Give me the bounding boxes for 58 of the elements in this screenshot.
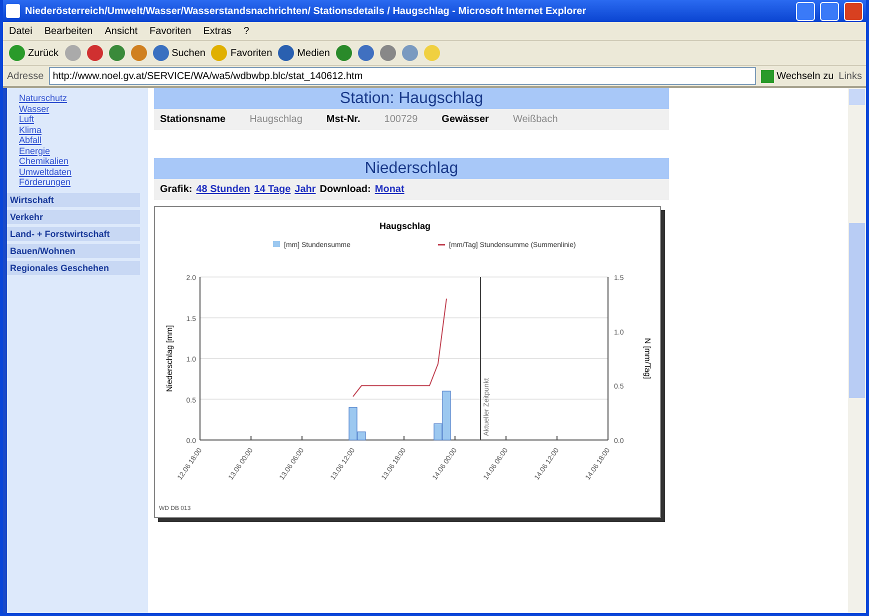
print-button[interactable] [380, 45, 396, 61]
favorites-button[interactable]: Favoriten [211, 45, 272, 61]
sidebar-section[interactable]: Bauen/Wohnen [7, 244, 140, 258]
scrollbar-thumb[interactable] [849, 223, 865, 398]
address-label: Adresse [7, 70, 44, 82]
y-axis-title: N [mm/Tag] [643, 338, 652, 379]
y-axis-title: Niederschlag [mm] [165, 325, 174, 392]
menu-item[interactable]: Datei [9, 26, 32, 36]
graphic-link[interactable]: Jahr [294, 184, 316, 195]
field-label: Mst-Nr. [326, 114, 360, 125]
menu-item[interactable]: Extras [203, 26, 232, 36]
refresh-button[interactable] [108, 45, 125, 61]
field-value: Weißbach [512, 114, 558, 125]
field-value: 100729 [384, 114, 418, 125]
address-field[interactable]: http://www.noel.gv.at/SERVICE/WA/wa5/wdbwbp.blc/stat_140612.htm [48, 67, 756, 85]
links-label[interactable]: Links [838, 70, 862, 82]
sidebar-section[interactable]: Land- + Forstwirtschaft [7, 226, 140, 240]
stop-button[interactable] [86, 45, 103, 61]
browser-icon [6, 4, 20, 18]
search-button[interactable]: Suchen [152, 45, 206, 61]
close-button[interactable] [844, 2, 863, 20]
sidebar-section[interactable]: Wirtschaft [7, 192, 140, 206]
mail-button[interactable] [358, 45, 374, 61]
sidebar-section[interactable]: Verkehr [7, 210, 140, 224]
menu-item[interactable]: Bearbeiten [44, 26, 93, 36]
menu-item[interactable]: Ansicht [104, 26, 138, 36]
download-label: Download: [320, 184, 371, 195]
graphic-label: Grafik: [160, 184, 192, 195]
media-button[interactable]: Medien [278, 45, 330, 61]
download-link[interactable]: Monat [374, 184, 404, 195]
window-title: Niederösterreich/Umwelt/Wasser/Wasserstandsnachrichten/ Stationsdetails / Haugschlag - Microsoft Internet Explorer [25, 6, 588, 16]
sidebar-link[interactable]: Chemikalien [7, 156, 148, 166]
graphic-link[interactable]: 48 Stunden [196, 184, 250, 195]
home-button[interactable] [130, 45, 147, 61]
sidebar-link[interactable]: Energie [7, 146, 148, 156]
edit-button[interactable] [402, 45, 418, 61]
graphic-link[interactable]: 14 Tage [254, 184, 291, 195]
chart-title: Haugschlag [380, 221, 430, 231]
sidebar-link[interactable]: Abfall [7, 135, 148, 146]
sidebar-link[interactable]: Umweltdaten [7, 166, 148, 177]
sidebar-link[interactable]: Naturschutz [7, 93, 148, 104]
menu-item[interactable]: ? [244, 26, 250, 36]
sidebar-link[interactable]: Klima [7, 124, 148, 135]
sidebar-link[interactable]: Wasser [7, 104, 148, 114]
minimize-button[interactable] [796, 2, 815, 20]
station-header: Station: Haugschlag [154, 88, 669, 109]
maximize-button[interactable] [820, 2, 839, 20]
sidebar-section[interactable]: Regionales Geschehen [7, 260, 140, 274]
go-button[interactable]: Wechseln zu [760, 70, 834, 82]
history-button[interactable] [336, 45, 352, 61]
menu-item[interactable]: Favoriten [150, 26, 192, 36]
forward-button[interactable] [64, 45, 81, 61]
sidebar-link[interactable]: Luft [7, 114, 148, 124]
section-header: Niederschlag [154, 158, 669, 179]
field-label: Gewässer [442, 114, 489, 125]
field-label: Stationsname [160, 114, 226, 125]
back-button[interactable]: Zurück [9, 45, 59, 61]
sidebar-link[interactable]: Förderungen [7, 177, 148, 188]
